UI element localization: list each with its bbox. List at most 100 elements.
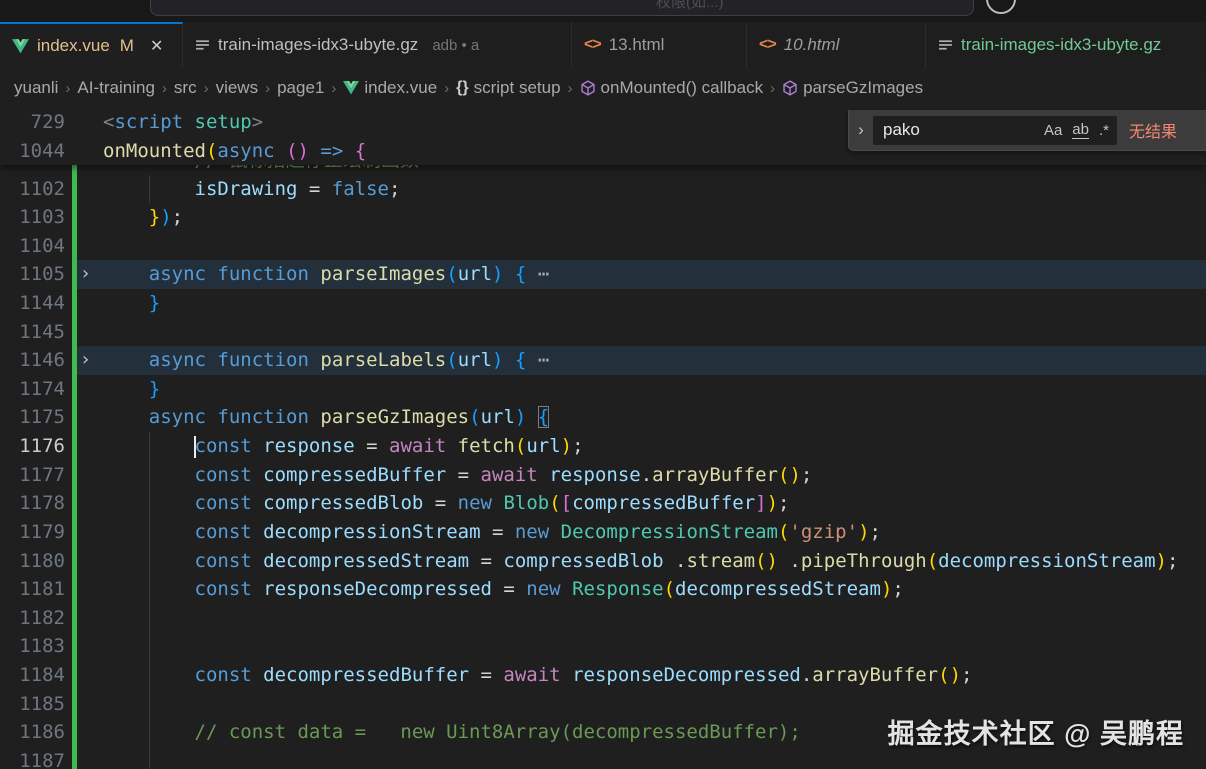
code-line[interactable]: 1175 async function parseGzImages(url) { [0,403,1206,432]
code-line[interactable]: 1105› async function parseImages(url) { … [0,260,1206,289]
whole-word-button[interactable]: ab [1072,121,1089,139]
code-line[interactable]: 1102 isDrawing = false; [0,175,1206,204]
line-number: 1183 [0,632,65,661]
breadcrumb-item-function[interactable]: parseGzImages [782,78,923,98]
code-line[interactable]: 1183 [0,632,1206,661]
breadcrumb-item[interactable]: views [216,78,259,98]
code-line[interactable]: 1177 const compressedBuffer = await resp… [0,461,1206,490]
symbol-cube-icon [782,80,798,96]
chevron-right-icon: › [770,80,775,97]
line-number: 1187 [0,747,65,769]
symbol-cube-icon [580,80,596,96]
tab-13-html[interactable]: <> 13.html [572,22,747,68]
code-line[interactable]: 1178 const compressedBlob = new Blob([co… [0,489,1206,518]
breadcrumb-item[interactable]: src [174,78,197,98]
breadcrumb-item-file[interactable]: index.vue [343,78,437,98]
code-text: }); [103,203,183,232]
code-text: // const data = new Uint8Array(decompres… [103,718,801,747]
line-number: 1105 [0,260,65,289]
code-text: const decompressedBuffer = await respons… [103,661,972,690]
code-line[interactable]: 1103 }); [0,203,1206,232]
match-case-button[interactable]: Aa [1044,122,1062,139]
tab-suffix: adb • a [432,37,479,54]
file-lines-icon [938,38,953,53]
line-number: 1174 [0,375,65,404]
line-number: 1103 [0,203,65,232]
html-icon: <> [584,36,601,54]
chevron-right-icon: › [331,80,336,97]
tab-train-images-2[interactable]: train-images-idx3-ubyte.gz [926,22,1206,68]
breadcrumb-item[interactable]: page1 [277,78,324,98]
code-text: const compressedBuffer = await response.… [103,461,812,490]
tab-label: train-images-idx3-ubyte.gz [961,35,1161,55]
tab-label: 13.html [609,35,665,55]
line-number: 1144 [0,289,65,318]
tab-label: train-images-idx3-ubyte.gz [218,35,418,55]
code-line[interactable]: 1144 } [0,289,1206,318]
indent-guide [149,604,150,633]
code-line[interactable]: 1181 const responseDecompressed = new Re… [0,575,1206,604]
chevron-right-icon: › [204,80,209,97]
close-icon[interactable]: ✕ [150,36,163,56]
regex-button[interactable]: .* [1099,122,1109,139]
code-line[interactable]: 1179 const decompressionStream = new Dec… [0,518,1206,547]
line-number: 1146 [0,346,65,375]
line-number: 1186 [0,718,65,747]
tab-train-images-1[interactable]: train-images-idx3-ubyte.gz adb • a [183,22,572,68]
line-number: 1178 [0,489,65,518]
code-area[interactable]: // 鼠标抬起停止绘制函数1102 isDrawing = false;1103… [0,146,1206,769]
indent-guide [149,632,150,661]
breadcrumb-item[interactable]: yuanli [14,78,58,98]
braces-icon: {} [456,79,468,97]
indent-guide [149,747,150,769]
vscode-window: 权限(如...) index.vue M ✕ train-images-idx3… [0,0,1206,769]
file-lines-icon [195,38,210,53]
line-number: 1102 [0,175,65,204]
fold-chevron-icon[interactable]: › [80,260,91,289]
line-number: 1145 [0,318,65,347]
code-line[interactable]: 1184 const decompressedBuffer = await re… [0,661,1206,690]
fold-chevron-icon[interactable]: › [80,346,91,375]
code-text: onMounted(async () => { [103,137,366,166]
line-number: 1182 [0,604,65,633]
line-number: 1175 [0,403,65,432]
code-text: isDrawing = false; [103,175,400,204]
code-line[interactable]: 1176 const response = await fetch(url); [0,432,1206,461]
code-line[interactable]: 1146 › async function parseLabels(url) { … [0,346,1206,375]
line-number: 1179 [0,518,65,547]
line-number: 1044 [0,137,65,166]
indent-guide [149,690,150,719]
vue-icon [12,39,29,54]
tab-label: index.vue [37,36,110,56]
code-line[interactable]: 1182 [0,604,1206,633]
code-text: async function parseLabels(url) { ⋯ [103,346,549,375]
code-line[interactable]: 1145 [0,318,1206,347]
line-number: 1176 [0,432,65,461]
find-query-text: pako [883,120,1034,140]
quick-input-box[interactable]: 权限(如...) [150,0,974,16]
code-editor[interactable]: // 鼠标抬起停止绘制函数1102 isDrawing = false;1103… [0,108,1206,769]
tab-10-html[interactable]: <> 10.html [747,22,926,68]
title-bar: 权限(如...) [0,0,1206,22]
breadcrumb-item-script[interactable]: {} script setup [456,78,560,98]
line-number: 1184 [0,661,65,690]
watermark-text: 掘金技术社区 @ 吴鹏程 [888,712,1184,751]
breadcrumb-item[interactable]: AI-training [77,78,154,98]
code-line[interactable]: 1104 [0,232,1206,261]
code-text: } [103,375,160,404]
code-line[interactable]: 1180 const decompressedStream = compress… [0,547,1206,576]
code-text: async function parseGzImages(url) { [103,403,549,432]
find-input[interactable]: pako Aa ab .* [873,116,1117,145]
code-text: const decompressedStream = compressedBlo… [103,547,1178,576]
tab-index-vue[interactable]: index.vue M ✕ [0,22,183,68]
find-expand-chevron-icon[interactable]: › [849,120,873,140]
breadcrumb: yuanli › AI-training › src › views › pag… [0,68,1206,108]
find-widget: › pako Aa ab .* 无结果 [848,110,1206,151]
code-text: <script setup> [103,108,263,137]
git-modified-badge: M [120,36,134,56]
code-line[interactable]: 1174 } [0,375,1206,404]
breadcrumb-item-callback[interactable]: onMounted() callback [580,78,764,98]
account-icon[interactable] [986,0,1016,14]
line-number: 1177 [0,461,65,490]
breadcrumb-item: parseGzImages [803,78,923,98]
